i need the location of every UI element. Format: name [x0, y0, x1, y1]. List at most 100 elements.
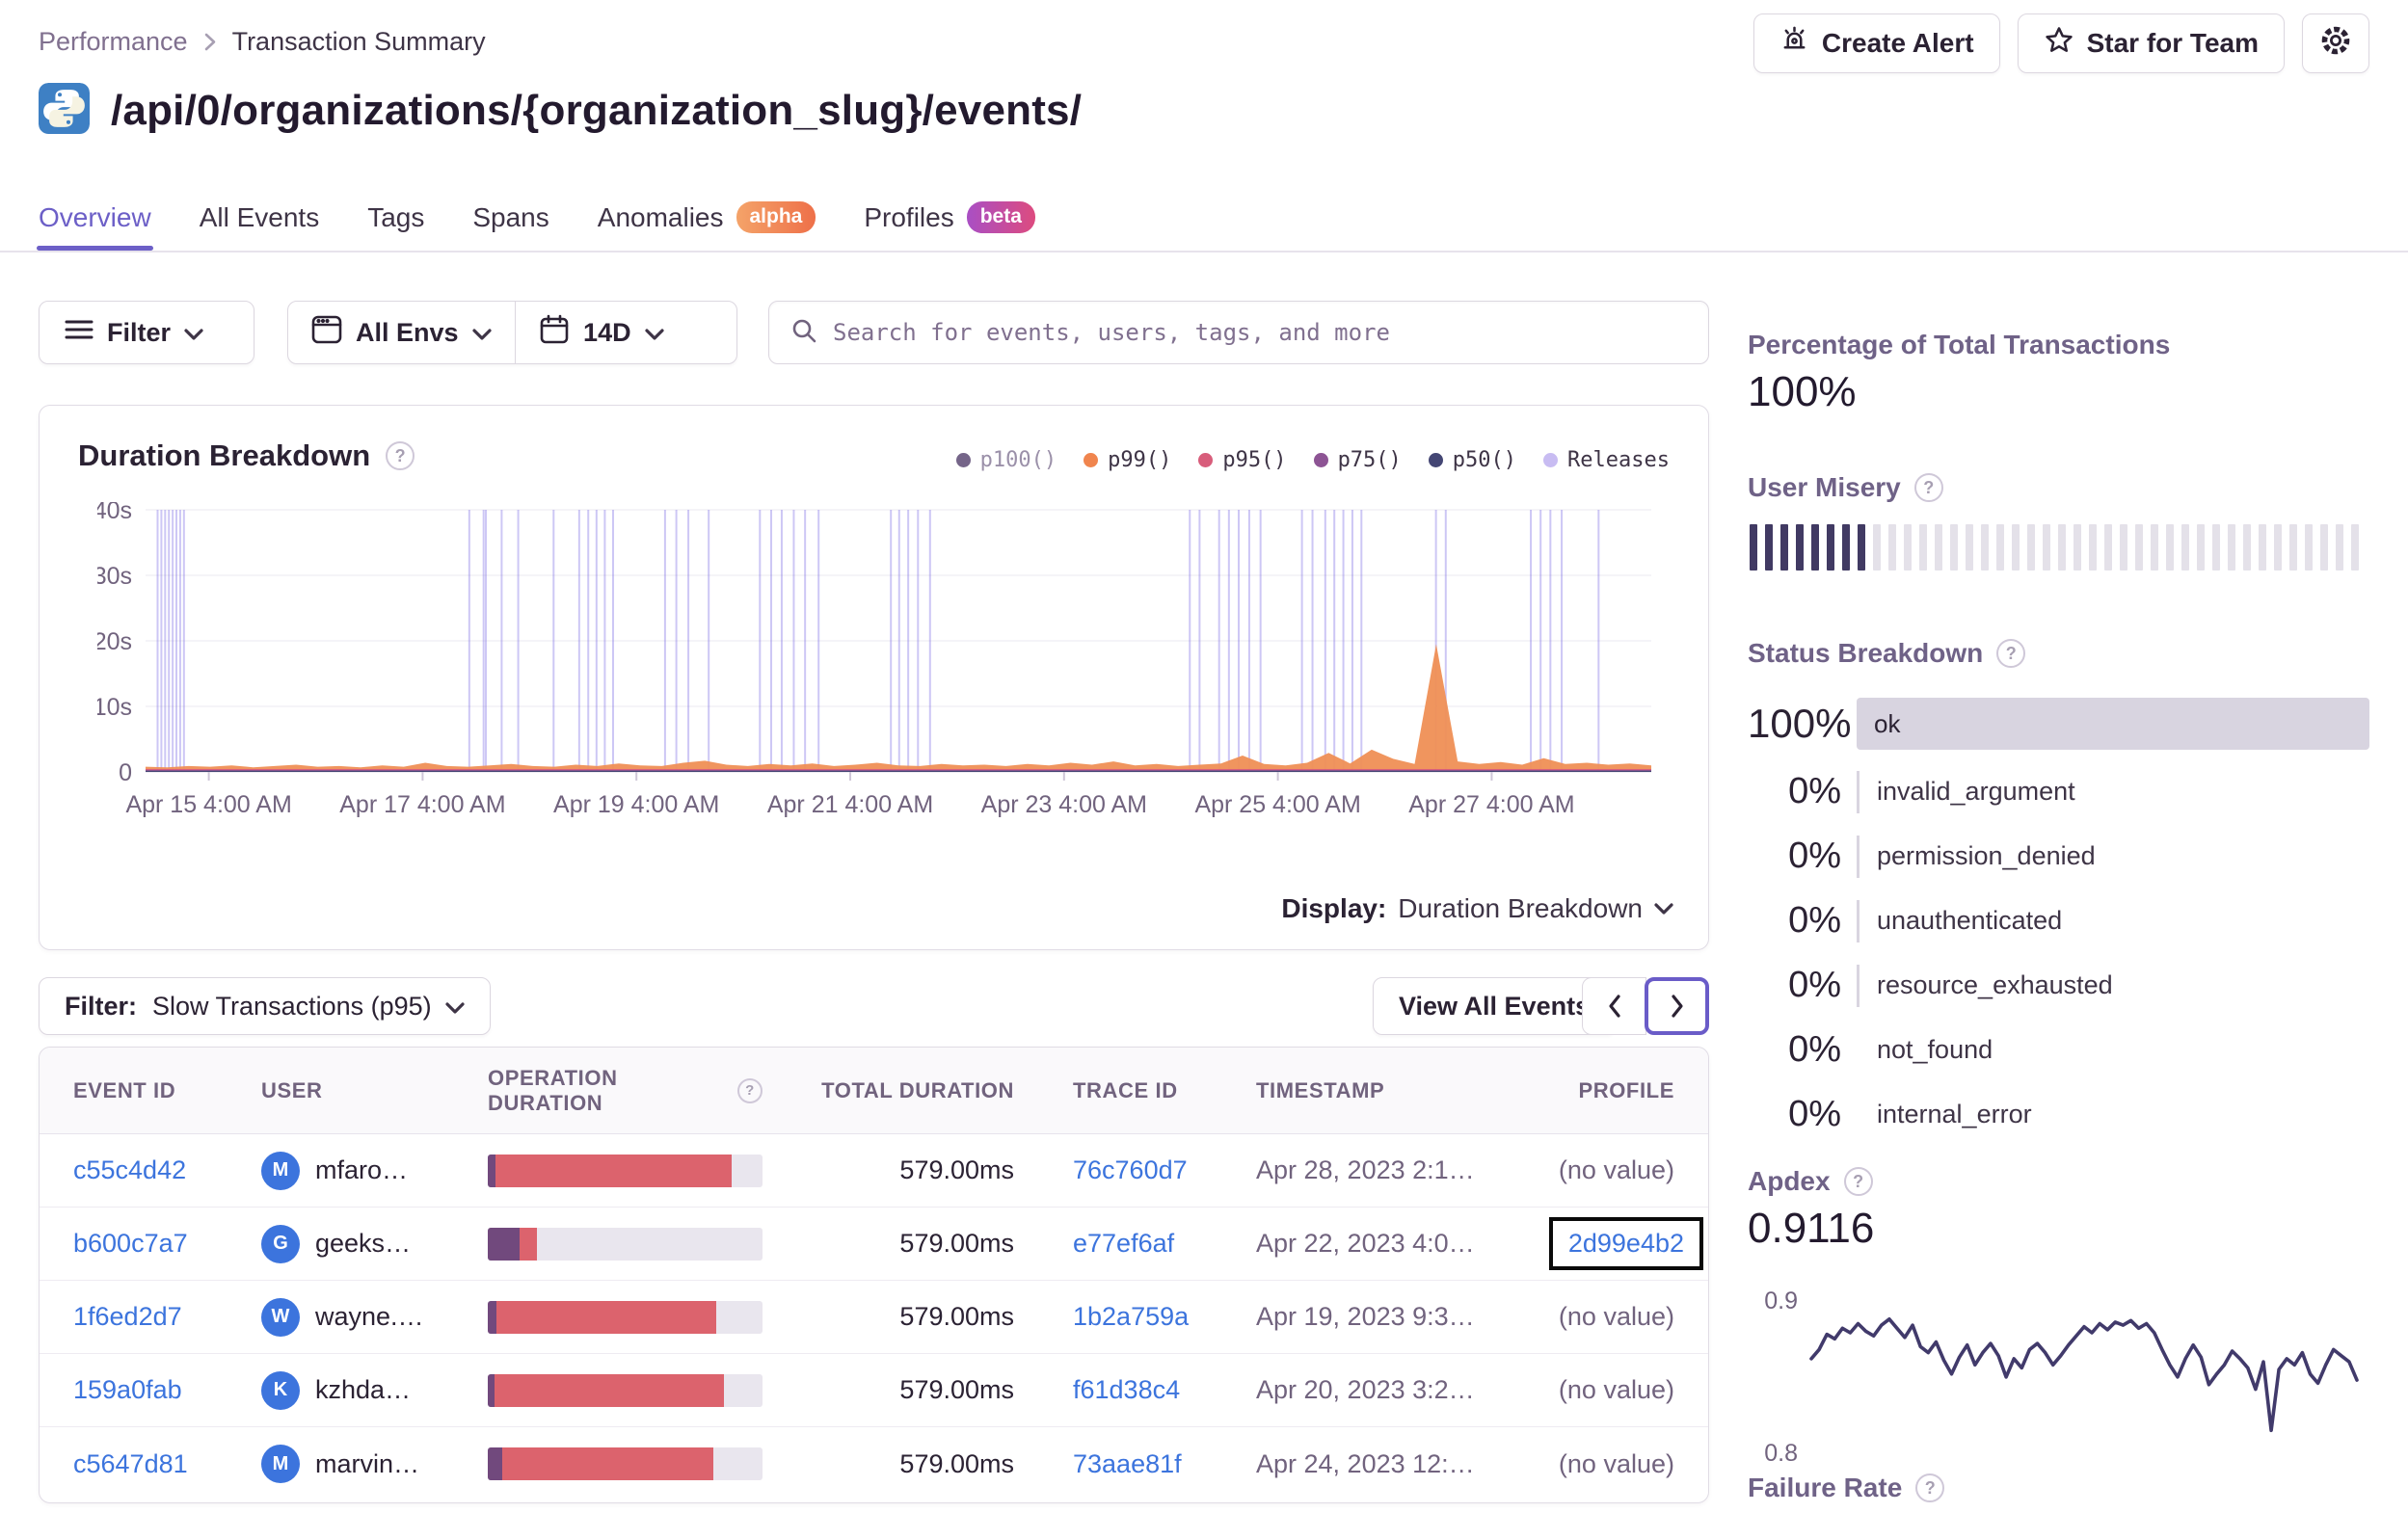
- misery-tick: [1750, 524, 1757, 571]
- transactions-filter-value: Slow Transactions (p95): [152, 991, 432, 1021]
- status-percent: 0%: [1788, 771, 1841, 811]
- table-row: b600c7a7 Ggeeks… 579.00ms e77ef6af Apr 22, 2…: [40, 1208, 1708, 1281]
- misery-tick: [1765, 524, 1773, 571]
- column-header-label: EVENT ID: [73, 1077, 176, 1102]
- misery-tick: [1796, 524, 1804, 571]
- status-percent: 0%: [1788, 965, 1841, 1005]
- failure-rate-title: Failure Rate ?: [1748, 1473, 1945, 1503]
- misery-tick: [2043, 524, 2050, 571]
- duration-breakdown-chart: 0 10s 20s 30s 40s Apr 15 4:00 AM Apr 17 4:00 A…: [97, 502, 1651, 818]
- sidebar: Percentage of Total Transactions 100% Us…: [1748, 318, 2369, 1513]
- status-bar-area: ok: [1857, 698, 2369, 750]
- event-id-link[interactable]: c55c4d42: [73, 1155, 186, 1184]
- total-duration-cell: 579.00ms: [899, 1229, 1014, 1258]
- column-header-total-duration: TOTAL DURATION: [763, 1078, 1014, 1103]
- legend-dot: [1428, 453, 1443, 467]
- event-id-link[interactable]: c5647d81: [73, 1449, 188, 1478]
- chevron-down-icon: [644, 318, 664, 348]
- total-duration-cell: 579.00ms: [899, 1302, 1014, 1331]
- help-icon[interactable]: ?: [1843, 1167, 1873, 1196]
- profile-link[interactable]: 2d99e4b2: [1568, 1229, 1684, 1258]
- legend-item-p50[interactable]: p50(): [1428, 448, 1517, 472]
- misery-tick: [2104, 524, 2112, 571]
- svg-text:Apr 17 4:00 AM: Apr 17 4:00 AM: [339, 791, 505, 818]
- status-breakdown-label: Status Breakdown: [1748, 638, 1984, 668]
- misery-tick: [2012, 524, 2020, 571]
- next-page-button[interactable]: [1645, 977, 1709, 1035]
- timestamp-cell: Apr 28, 2023 2:1…: [1256, 1155, 1475, 1184]
- view-all-events-button[interactable]: View All Events: [1373, 977, 1617, 1035]
- transactions-filter-dropdown[interactable]: Filter: Slow Transactions (p95): [39, 977, 491, 1035]
- svg-text:Apr 21 4:00 AM: Apr 21 4:00 AM: [767, 791, 933, 818]
- create-alert-label: Create Alert: [1821, 28, 1974, 58]
- environment-dropdown[interactable]: All Envs: [288, 302, 515, 363]
- status-zero-bar: [1857, 770, 1860, 813]
- trace-id-link[interactable]: 76c760d7: [1073, 1155, 1188, 1184]
- op-segment-purple: [488, 1447, 502, 1480]
- misery-tick: [2243, 524, 2251, 571]
- search-icon: [790, 317, 817, 349]
- legend-item-p99[interactable]: p99(): [1084, 448, 1171, 472]
- misery-tick: [2074, 524, 2081, 571]
- help-icon[interactable]: ?: [737, 1077, 763, 1103]
- status-zero-bar: [1857, 899, 1860, 942]
- status-bar-area: permission_denied: [1857, 835, 2369, 878]
- legend-item-p95[interactable]: p95(): [1198, 448, 1287, 472]
- help-icon[interactable]: ?: [1996, 639, 2026, 668]
- column-header-label: TRACE ID: [1073, 1077, 1178, 1102]
- legend-item-p75[interactable]: p75(): [1313, 448, 1402, 472]
- event-id-link[interactable]: 159a0fab: [73, 1375, 182, 1404]
- operation-duration-bar: [488, 1154, 763, 1187]
- chevron-down-icon: [471, 318, 492, 348]
- trace-id-link[interactable]: 1b2a759a: [1073, 1302, 1189, 1331]
- trace-id-cell: 73aae81f: [1073, 1449, 1256, 1479]
- trace-id-link[interactable]: f61d38c4: [1073, 1375, 1180, 1404]
- legend-label: p95(): [1222, 448, 1287, 472]
- status-name: permission_denied: [1877, 841, 2096, 870]
- legend-item-releases[interactable]: Releases: [1543, 448, 1670, 472]
- apdex-title: Apdex ?: [1748, 1166, 1873, 1197]
- legend-label: p50(): [1452, 448, 1517, 472]
- star-for-team-button[interactable]: Star for Team: [2017, 13, 2285, 73]
- trace-id-link[interactable]: 73aae81f: [1073, 1449, 1182, 1478]
- status-zero-bar: [1857, 1029, 1860, 1072]
- display-label: Display:: [1281, 893, 1387, 923]
- chevron-down-icon: [445, 992, 465, 1022]
- user-cell: Kkzhda…: [261, 1370, 488, 1410]
- settings-button[interactable]: [2302, 13, 2369, 73]
- column-header-label: TIMESTAMP: [1256, 1077, 1385, 1102]
- help-icon[interactable]: ?: [1915, 1473, 1945, 1502]
- chevron-down-icon: [184, 318, 203, 348]
- filter-dropdown[interactable]: Filter: [39, 301, 254, 364]
- operation-duration-bar: [488, 1227, 763, 1261]
- date-range-dropdown[interactable]: 14D: [516, 302, 687, 363]
- user-misery-score-bar: [1750, 524, 2359, 571]
- create-alert-button[interactable]: Create Alert: [1752, 13, 2000, 73]
- svg-text:0: 0: [119, 759, 132, 786]
- event-id-link[interactable]: b600c7a7: [73, 1229, 188, 1258]
- operation-duration-cell: [488, 1227, 763, 1261]
- search-input[interactable]: [833, 319, 1687, 346]
- column-header-event-id: EVENT ID: [73, 1078, 261, 1103]
- search-bar[interactable]: [768, 301, 1709, 364]
- misery-tick: [2166, 524, 2174, 571]
- legend-label: Releases: [1567, 448, 1670, 472]
- misery-tick: [2151, 524, 2158, 571]
- apdex-label: Apdex: [1748, 1166, 1831, 1196]
- misery-tick: [1950, 524, 1958, 571]
- help-icon[interactable]: ?: [1913, 473, 1943, 502]
- misery-tick: [2212, 524, 2220, 571]
- status-row-internal_error: 0% internal_error: [1748, 1082, 2369, 1147]
- misery-tick: [1811, 524, 1819, 571]
- filter-label: Filter: [107, 317, 172, 347]
- help-icon[interactable]: ?: [386, 441, 415, 470]
- display-dropdown[interactable]: Duration Breakdown: [1398, 893, 1673, 924]
- misery-tick: [1858, 524, 1865, 571]
- previous-page-button[interactable]: [1582, 977, 1646, 1035]
- trace-id-link[interactable]: e77ef6af: [1073, 1229, 1174, 1258]
- legend-dot: [1084, 453, 1099, 467]
- status-name: internal_error: [1877, 1100, 2032, 1128]
- operation-duration-cell: [488, 1300, 763, 1334]
- event-id-link[interactable]: 1f6ed2d7: [73, 1302, 182, 1331]
- legend-item-p100[interactable]: p100(): [955, 448, 1057, 472]
